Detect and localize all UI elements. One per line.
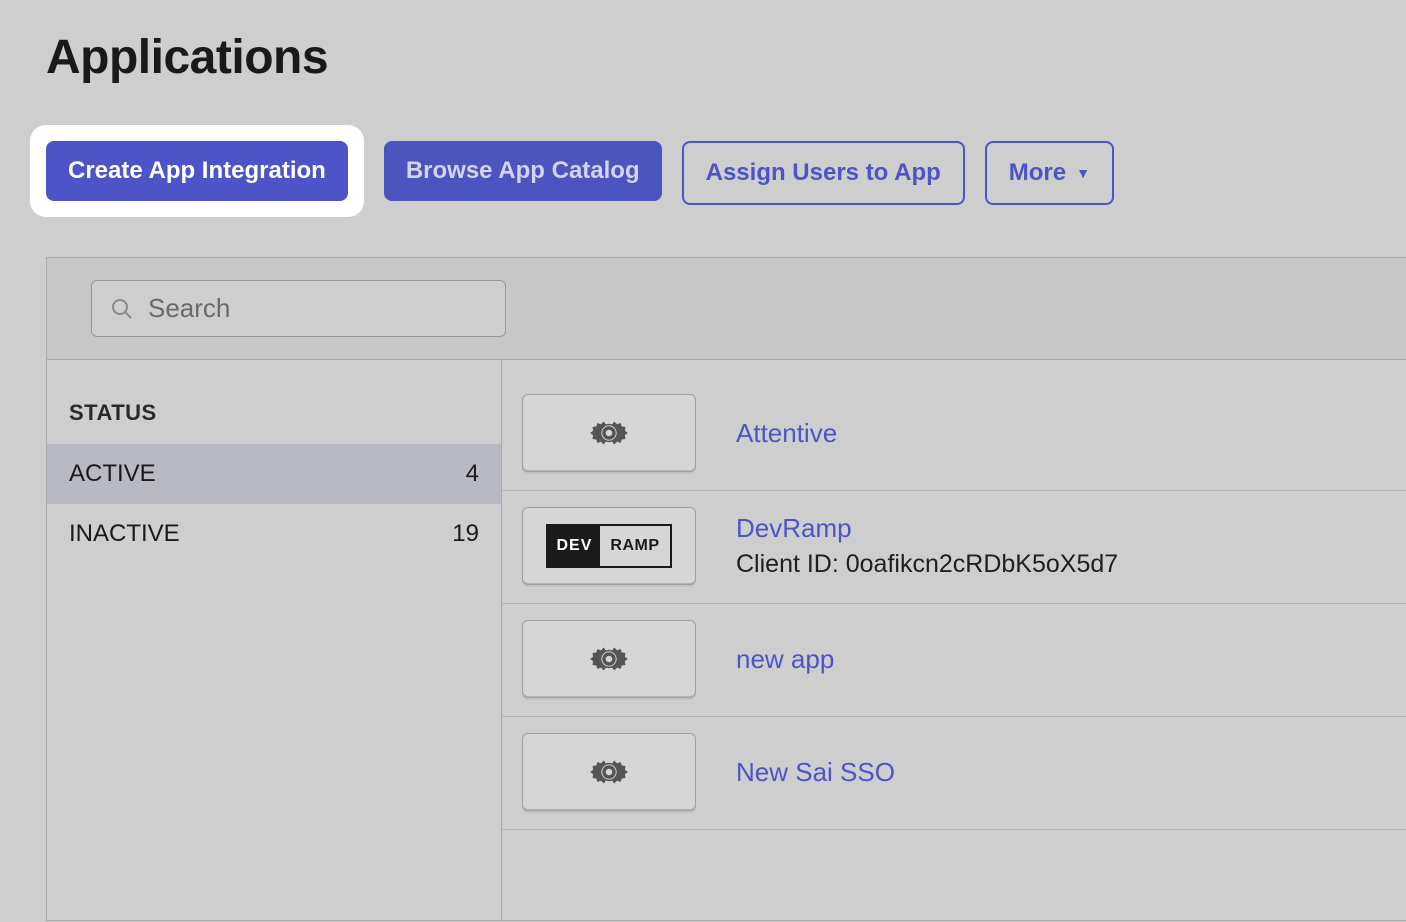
toolbar: Create App Integration Browse App Catalo… [0, 85, 1406, 217]
gear-icon [586, 749, 632, 795]
highlight-wrapper: Create App Integration [30, 125, 364, 217]
status-item-inactive[interactable]: INACTIVE 19 [47, 504, 501, 564]
app-name-link[interactable]: New Sai SSO [736, 757, 895, 788]
gear-icon [586, 636, 632, 682]
search-input[interactable] [148, 293, 487, 324]
search-box[interactable] [91, 280, 506, 337]
page-title: Applications [0, 0, 1406, 85]
app-name-link[interactable]: Attentive [736, 418, 837, 449]
app-info: Attentive [736, 418, 837, 449]
more-button-label: More [1009, 161, 1066, 185]
app-row[interactable]: Attentive [502, 378, 1406, 491]
status-item-active[interactable]: ACTIVE 4 [47, 444, 501, 504]
status-item-label: ACTIVE [69, 460, 156, 488]
app-name-link[interactable]: DevRamp [736, 513, 1118, 544]
app-name-link[interactable]: new app [736, 644, 834, 675]
status-item-count: 19 [452, 520, 479, 548]
app-info: new app [736, 644, 834, 675]
status-item-count: 4 [466, 460, 479, 488]
app-list: Attentive DEV RAMP DevRamp Client ID: 0o… [502, 360, 1406, 920]
status-header: STATUS [47, 360, 501, 444]
app-row[interactable]: DEV RAMP DevRamp Client ID: 0oafikcn2cRD… [502, 491, 1406, 604]
app-row[interactable]: New Sai SSO [502, 717, 1406, 830]
search-bar [47, 258, 1406, 360]
more-button[interactable]: More ▼ [985, 141, 1114, 205]
devramp-logo-dev: DEV [548, 526, 600, 566]
app-logo [522, 733, 696, 811]
app-row[interactable]: new app [502, 604, 1406, 717]
body-row: STATUS ACTIVE 4 INACTIVE 19 Attentiv [47, 360, 1406, 920]
browse-app-catalog-button[interactable]: Browse App Catalog [384, 141, 662, 201]
gear-icon [586, 410, 632, 456]
content-panel: STATUS ACTIVE 4 INACTIVE 19 Attentiv [46, 257, 1406, 921]
chevron-down-icon: ▼ [1076, 166, 1090, 180]
devramp-logo: DEV RAMP [546, 524, 671, 568]
app-logo [522, 620, 696, 698]
search-icon [110, 297, 134, 321]
app-logo: DEV RAMP [522, 507, 696, 585]
status-item-label: INACTIVE [69, 520, 180, 548]
app-client-id: Client ID: 0oafikcn2cRDbK5oX5d7 [736, 550, 1118, 579]
devramp-logo-ramp: RAMP [600, 526, 669, 566]
assign-users-to-app-button[interactable]: Assign Users to App [682, 141, 965, 205]
app-info: New Sai SSO [736, 757, 895, 788]
app-logo [522, 394, 696, 472]
status-sidebar: STATUS ACTIVE 4 INACTIVE 19 [47, 360, 502, 920]
app-info: DevRamp Client ID: 0oafikcn2cRDbK5oX5d7 [736, 513, 1118, 579]
create-app-integration-button[interactable]: Create App Integration [46, 141, 348, 201]
